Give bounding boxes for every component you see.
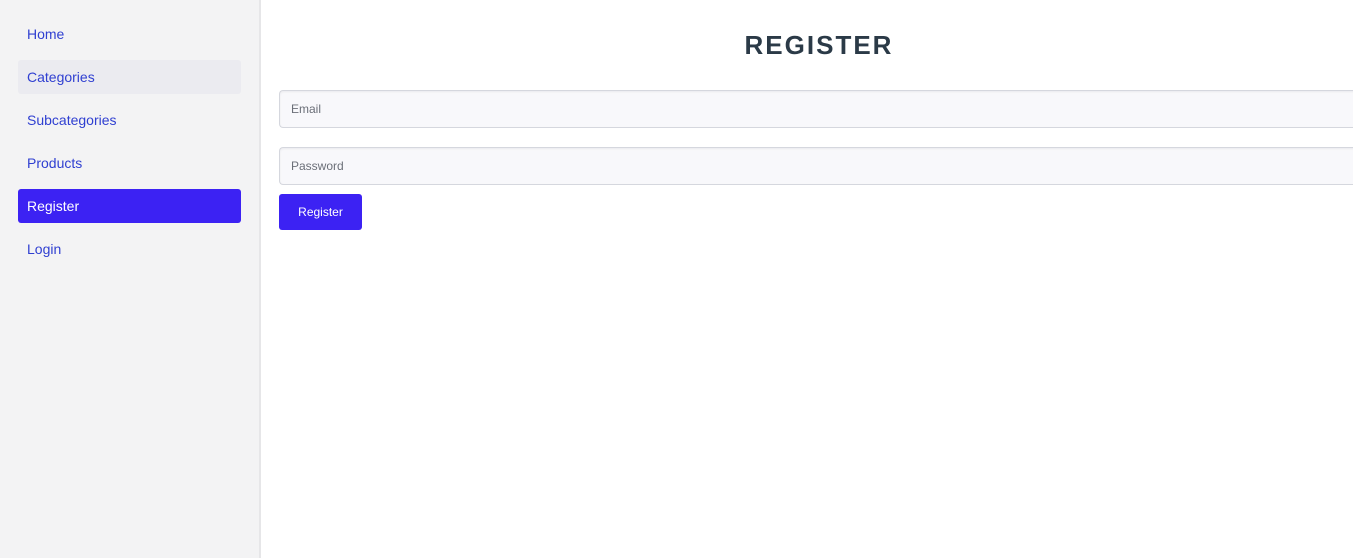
sidebar-item-login[interactable]: Login [18, 232, 241, 266]
sidebar-item-subcategories[interactable]: Subcategories [18, 103, 241, 137]
page-title: REGISTER [744, 30, 894, 60]
sidebar-item-products[interactable]: Products [18, 146, 241, 180]
app-layout: Home Categories Subcategories Products R… [0, 0, 1353, 558]
email-field[interactable] [279, 90, 1353, 128]
main-content: REGISTER Register [261, 0, 1353, 558]
sidebar: Home Categories Subcategories Products R… [0, 0, 261, 558]
sidebar-item-categories[interactable]: Categories [18, 60, 241, 94]
sidebar-item-home[interactable]: Home [18, 17, 241, 51]
password-field[interactable] [279, 147, 1353, 185]
register-form: Register [279, 90, 1353, 230]
sidebar-item-register[interactable]: Register [18, 189, 241, 223]
register-button[interactable]: Register [279, 194, 362, 230]
